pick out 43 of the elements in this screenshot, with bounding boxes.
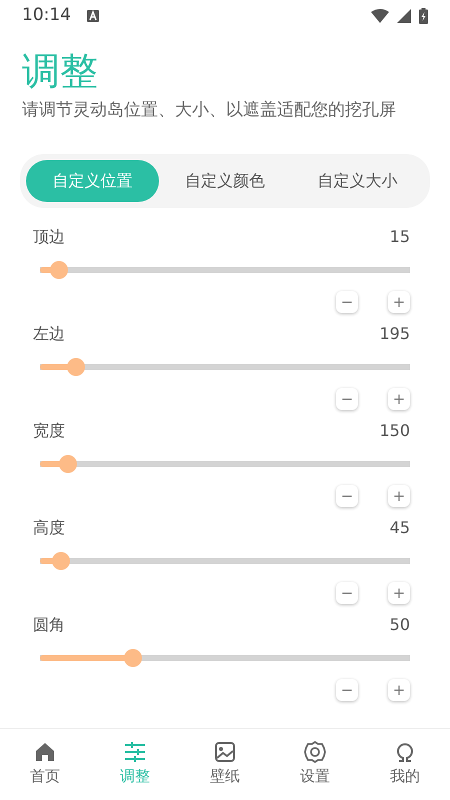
increase-button[interactable]: +: [388, 388, 410, 410]
slider-thumb[interactable]: [58, 454, 77, 472]
slider-thumb[interactable]: [124, 648, 142, 666]
nav-tab[interactable]: 我的: [360, 729, 450, 800]
decrease-button[interactable]: −: [336, 678, 358, 700]
slider-value: 150: [379, 420, 410, 442]
slider-thumb[interactable]: [50, 260, 68, 278]
slider-label: 圆角: [33, 614, 65, 636]
segment-tab[interactable]: 自定义大小: [291, 160, 424, 202]
decrease-button[interactable]: −: [336, 290, 358, 312]
slider-thumb[interactable]: [67, 358, 86, 376]
slider-thumb[interactable]: [52, 552, 70, 570]
increase-button[interactable]: +: [388, 484, 410, 506]
decrease-button[interactable]: −: [336, 582, 358, 604]
slider-label: 左边: [33, 322, 65, 344]
nav-tab[interactable]: 首页: [0, 729, 90, 800]
sliders-icon: [124, 741, 146, 763]
nav-tab[interactable]: 壁纸: [180, 729, 270, 800]
settings-icon: [304, 741, 326, 763]
omega-icon: [394, 741, 416, 763]
decrease-button[interactable]: −: [336, 484, 358, 506]
slider-value: 50: [390, 614, 410, 636]
slider-value: 45: [390, 516, 410, 538]
increase-button[interactable]: +: [388, 290, 410, 312]
signal-icon: [397, 9, 411, 23]
increase-button[interactable]: +: [388, 582, 410, 604]
increase-button[interactable]: +: [388, 678, 410, 700]
slider-label: 高度: [33, 516, 65, 538]
segment-tab[interactable]: 自定义颜色: [158, 160, 292, 202]
slider-value: 15: [390, 226, 410, 248]
nav-tab[interactable]: 设置: [270, 729, 360, 800]
home-icon: [34, 741, 56, 763]
status-time: 10:14: [22, 4, 71, 28]
decrease-button[interactable]: −: [336, 388, 358, 410]
page-title: 调整: [22, 52, 99, 90]
wifi-icon: [371, 9, 389, 23]
image-icon: [214, 741, 236, 763]
battery-icon: [419, 8, 428, 24]
slider-label: 顶边: [33, 226, 65, 248]
slider-label: 宽度: [33, 420, 65, 442]
page-subtitle: 请调节灵动岛位置、大小、以遮盖适配您的挖孔屏: [22, 99, 397, 122]
slider-value: 195: [379, 322, 410, 344]
notification-icon: [87, 10, 99, 22]
